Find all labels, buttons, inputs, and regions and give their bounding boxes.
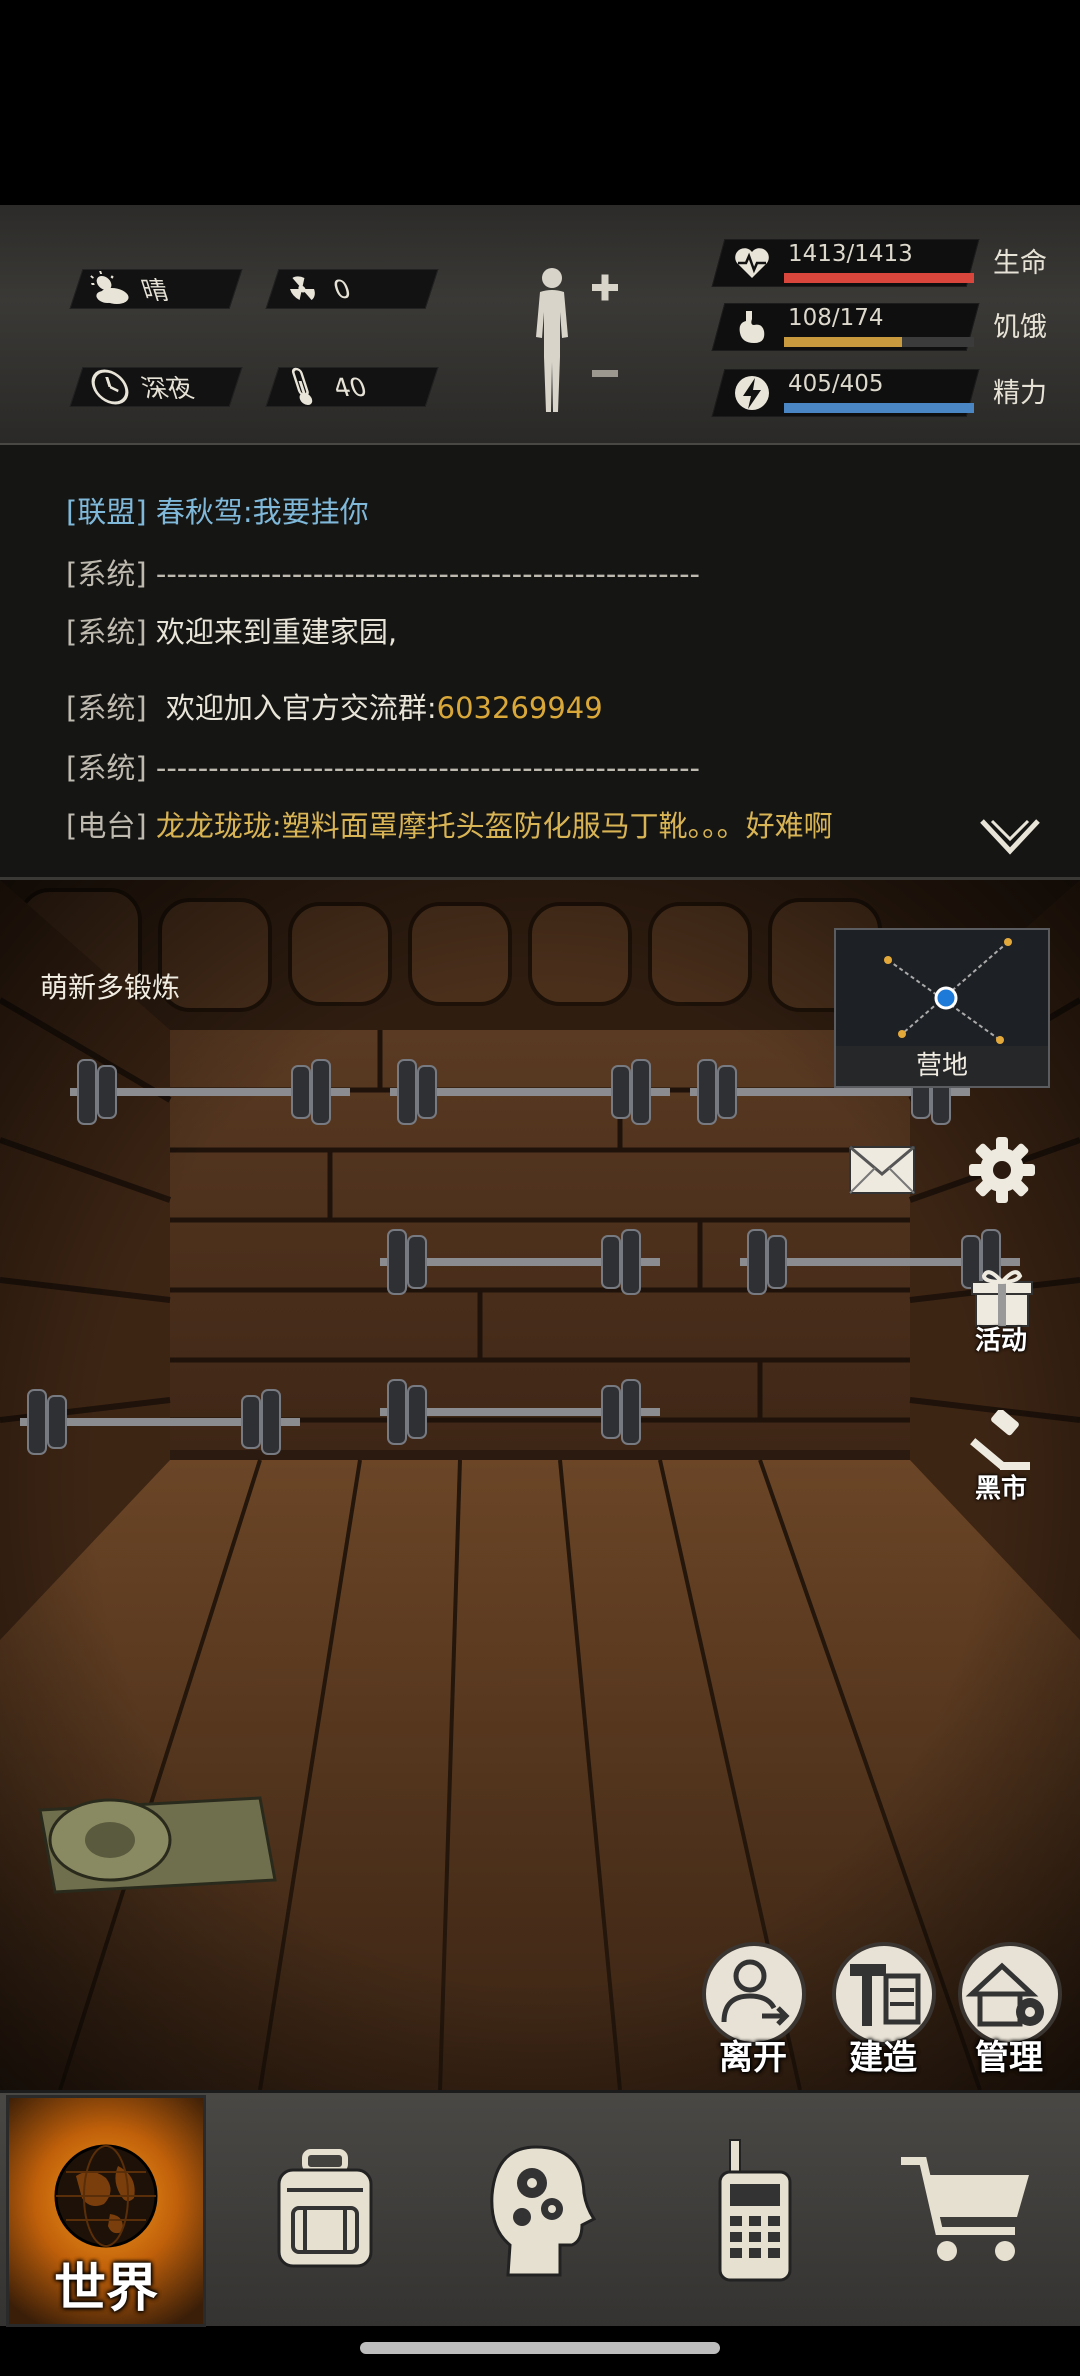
health-label: 生命 [993,248,1047,279]
chat-message: :我要挂你 [242,495,369,529]
chat-tag: [系统] [66,615,147,649]
home-indicator[interactable] [360,2342,720,2354]
chat-message: ----------------------------------------… [155,557,701,591]
build-label[interactable]: 建造 [828,2030,938,2079]
events-label[interactable]: 活动 [956,1320,1046,1357]
dumbbell[interactable] [380,1379,660,1445]
backpack-icon [277,2149,373,2268]
energy-bar-track [784,403,974,413]
status-bar-area [0,0,1080,205]
lightning-icon [732,373,772,413]
manage-house-icon [965,1962,1044,2027]
chat-message: ----------------------------------------… [155,751,701,785]
health-value: 1413/1413 [788,241,913,267]
chat-line-2: [系统] -----------------------------------… [66,551,700,593]
leave-label[interactable]: 离开 [698,2030,808,2079]
manage-label[interactable]: 管理 [954,2030,1064,2079]
stomach-icon [732,307,772,347]
chat-group-number[interactable]: 603269949 [437,691,603,725]
radiation-display: 0 [276,269,357,309]
nav-world-tab[interactable]: 世界 [6,2095,206,2327]
hunger-bar-row: 108/174 饥饿 [711,299,1058,355]
leave-person-icon [721,1959,790,2026]
chat-tag: [系统] [66,751,147,785]
chat-message: 欢迎来到重建家园, [155,615,398,649]
chat-message: 欢迎加入官方交流群: [165,691,437,725]
hunger-bar-fill [784,337,902,347]
chevron-down-icon[interactable] [978,817,1042,857]
chat-tag: [系统] [66,557,147,591]
cart-icon [901,2157,1029,2261]
heart-pulse-icon [732,243,772,283]
chat-line-5: [系统] -----------------------------------… [66,745,700,787]
head-gears-icon [490,2145,596,2277]
chat-sender[interactable]: 龙龙珑珑 [156,809,272,843]
energy-label: 精力 [993,378,1047,409]
bottom-nav: 世界 [0,2090,1080,2329]
dumbbell[interactable] [20,1389,300,1455]
health-bar-row: 1413/1413 生命 [711,235,1058,291]
gear-icon[interactable] [962,1130,1042,1210]
chat-panel[interactable]: [联盟] 春秋驾:我要挂你 [系统] ---------------------… [0,445,1080,880]
chat-line-1: [联盟] 春秋驾:我要挂你 [66,489,369,531]
dumbbell[interactable] [390,1059,670,1125]
time-display: 深夜 [84,367,199,407]
health-bar-track [784,273,974,283]
energy-bar-fill [784,403,974,413]
chat-message: :塑料面罩摩托头盔防化服马丁靴。。。好难啊 [271,809,833,843]
hunger-value: 108/174 [788,305,884,331]
nav-shop-tab[interactable] [862,2093,1072,2329]
chat-sender[interactable]: 春秋驾 [156,495,243,529]
chat-line-6: [电台] 龙龙珑珑:塑料面罩摩托头盔防化服马丁靴。。。好难啊 [66,803,833,845]
stats-header: 晴 0 深夜 40 1413/1413 生命 108/174 饥饿 405/40… [0,205,1080,445]
globe-icon [54,2144,158,2248]
map-route-icon [884,938,1012,1044]
nav-world-label[interactable]: 世界 [9,2246,203,2321]
energy-bar-row: 405/405 精力 [711,365,1058,421]
nav-radio-tab[interactable] [650,2093,860,2329]
weather-display: 晴 [84,269,174,309]
chat-line-4: [系统] 欢迎加入官方交流群:603269949 [66,685,603,727]
health-bar-fill [784,273,974,283]
gym-room-scene: 萌新多锻炼 营地 活动 黑市 离开 建造 管理 [0,880,1080,2090]
minimap-label: 营地 [836,1046,1048,1086]
dumbbell[interactable] [70,1059,350,1125]
nav-backpack-tab[interactable] [220,2093,430,2329]
room-title: 萌新多锻炼 [40,971,181,1004]
mail-icon[interactable] [842,1130,922,1210]
chat-tag: [联盟] [66,495,147,529]
body-figure-icon[interactable] [520,262,630,422]
energy-value: 405/405 [788,371,884,397]
hunger-bar-track [784,337,974,347]
walkie-talkie-icon [718,2139,792,2282]
black-market-label[interactable]: 黑市 [956,1468,1046,1505]
build-hammer-icon [850,1964,921,2026]
dumbbell[interactable] [380,1229,660,1295]
minimap[interactable]: 营地 [834,928,1050,1088]
chat-line-3: [系统] 欢迎来到重建家园, [66,609,397,651]
nav-skills-tab[interactable] [436,2093,646,2329]
temperature-display: 40 [276,367,373,407]
chat-tag: [系统] [66,691,147,725]
hunger-label: 饥饿 [993,312,1047,343]
chat-tag: [电台] [66,809,147,843]
